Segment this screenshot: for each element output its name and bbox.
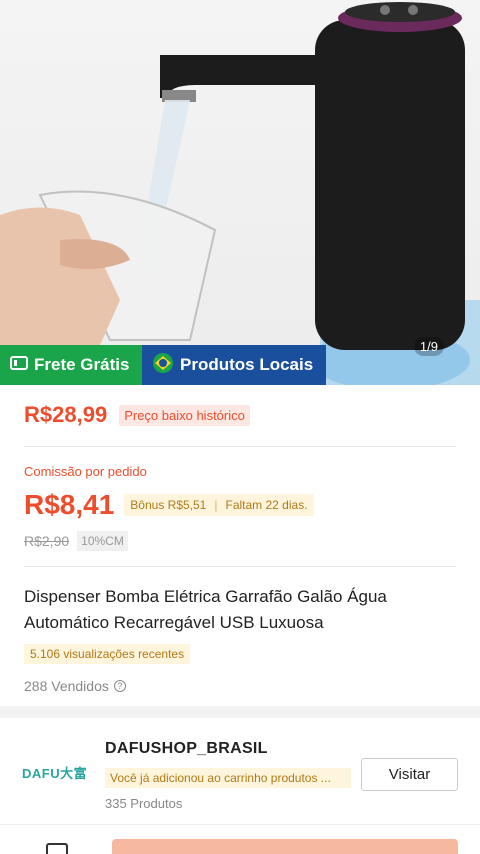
old-commission: R$2,90 [24, 533, 70, 549]
primary-action-button[interactable] [112, 839, 458, 854]
image-counter: 1/9 [413, 337, 444, 356]
shop-logo[interactable]: DAFU大富 [22, 763, 87, 782]
bonus-amount: Bônus R$5,51 [130, 498, 207, 512]
local-products-badge: Produtos Locais [142, 345, 326, 385]
free-shipping-label: Frete Grátis [34, 355, 130, 374]
sold-count[interactable]: 288 Vendidos ? [24, 678, 126, 694]
product-title: Dispenser Bomba Elétrica Garrafão Galão … [24, 587, 387, 632]
lowest-price-tag: Preço baixo histórico [119, 404, 250, 426]
commission-row: R$8,41 Bônus R$5,51 | Faltam 22 dias. [24, 489, 314, 521]
product-image-carousel[interactable]: 1/9 [0, 0, 480, 385]
current-price: R$28,99 [24, 402, 108, 427]
price-row: R$28,99 Preço baixo histórico [24, 402, 250, 428]
sold-count-label: 288 Vendidos [24, 678, 109, 694]
commission-rate-tag: 10%CM [77, 531, 128, 551]
local-products-label: Produtos Locais [180, 355, 314, 374]
product-photo [0, 2, 480, 385]
commission-label: Comissão por pedido [24, 464, 147, 479]
shop-name[interactable]: DAFUSHOP_BRASIL [105, 740, 268, 758]
shop-products-count: 335 Produtos [105, 796, 183, 811]
commission-value: R$8,41 [24, 489, 115, 520]
free-shipping-badge: Frete Grátis [0, 345, 142, 385]
recent-views-badge: 5.106 visualizações recentes [24, 644, 191, 664]
promo-ribbon: Frete Grátis Produtos Locais [0, 345, 326, 385]
brazil-flag-icon [152, 352, 174, 379]
visit-shop-button[interactable]: Visitar [361, 758, 458, 791]
bonus-badge: Bônus R$5,51 | Faltam 22 dias. [124, 494, 314, 516]
shop-cart-note: Você já adicionou ao carrinho produtos .… [105, 768, 351, 788]
section-separator [0, 706, 480, 718]
days-left: Faltam 22 dias. [225, 498, 308, 512]
divider [24, 446, 456, 447]
old-commission-row: R$2,90 10%CM [24, 531, 128, 551]
bottom-action-bar [0, 824, 480, 854]
chat-icon[interactable] [46, 843, 68, 854]
divider [24, 566, 456, 567]
truck-icon [10, 355, 28, 375]
info-icon[interactable]: ? [113, 680, 126, 692]
